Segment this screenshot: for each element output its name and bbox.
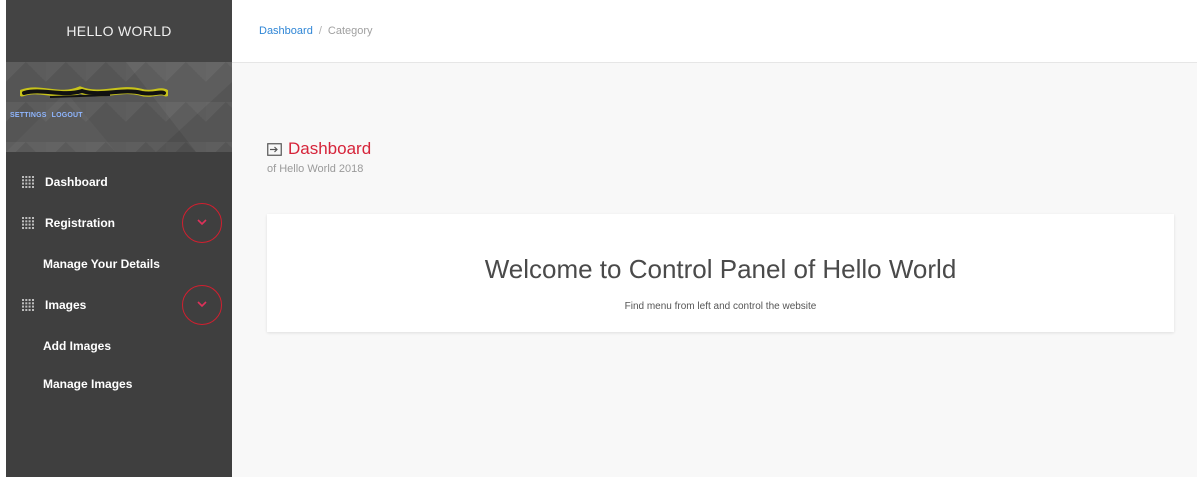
app: HELLO WORLD SETTINGS LOGOUT Dashboard Re… — [0, 0, 1197, 477]
page-title: Dashboard — [267, 139, 371, 159]
breadcrumb-link-dashboard[interactable]: Dashboard — [259, 25, 313, 37]
brand-title[interactable]: HELLO WORLD — [6, 0, 232, 62]
sidebar-item-registration[interactable]: Registration — [6, 202, 232, 243]
redacted-username — [20, 86, 168, 98]
profile-links: SETTINGS LOGOUT — [10, 112, 83, 119]
welcome-card: Welcome to Control Panel of Hello World … — [267, 214, 1174, 332]
sidebar-subitem-manage-your-details[interactable]: Manage Your Details — [6, 243, 232, 284]
breadcrumb: Dashboard / Category — [232, 0, 1197, 63]
registration-expand-toggle[interactable] — [182, 202, 222, 243]
page-header: Dashboard of Hello World 2018 — [267, 139, 371, 175]
profile-panel: SETTINGS LOGOUT — [6, 62, 232, 152]
sidebar-subitem-manage-images[interactable]: Manage Images — [6, 366, 232, 402]
sign-in-icon — [267, 142, 282, 156]
images-expand-toggle[interactable] — [182, 284, 222, 325]
page-title-text: Dashboard — [288, 139, 372, 158]
chevron-down-icon — [197, 219, 207, 226]
sidebar-nav: Dashboard Registration Manage Your Detai… — [6, 161, 232, 402]
sidebar: HELLO WORLD SETTINGS LOGOUT Dashboard Re… — [6, 0, 232, 477]
sidebar-item-label: Registration — [45, 215, 116, 230]
sidebar-subitem-add-images[interactable]: Add Images — [6, 325, 232, 366]
sidebar-item-dashboard[interactable]: Dashboard — [6, 161, 232, 202]
welcome-text: Find menu from left and control the webs… — [624, 301, 817, 312]
sidebar-item-label: Images — [45, 297, 87, 312]
welcome-heading: Welcome to Control Panel of Hello World — [484, 254, 957, 284]
breadcrumb-separator: / — [318, 25, 322, 37]
breadcrumb-current: Category — [327, 25, 373, 37]
page-subtitle: of Hello World 2018 — [267, 163, 364, 175]
sidebar-item-label: Dashboard — [45, 174, 108, 189]
chevron-down-icon — [197, 301, 207, 308]
settings-link[interactable]: SETTINGS — [10, 112, 47, 119]
sidebar-item-images[interactable]: Images — [6, 284, 232, 325]
profile-background-pattern — [126, 62, 232, 152]
main-content: Dashboard of Hello World 2018 Welcome to… — [232, 63, 1197, 477]
grid-icon — [22, 298, 34, 311]
grid-icon — [22, 175, 34, 188]
grid-icon — [22, 216, 34, 229]
logout-link[interactable]: LOGOUT — [52, 112, 83, 119]
